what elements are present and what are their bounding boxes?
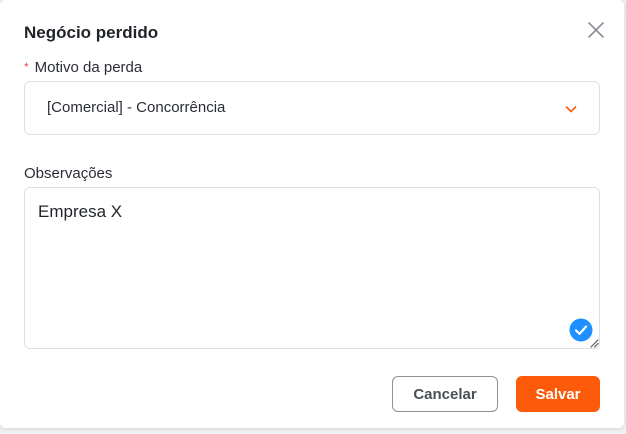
reason-select[interactable]: [Comercial] - Concorrência (24, 81, 600, 135)
cancel-button[interactable]: Cancelar (392, 376, 498, 412)
chevron-down-icon (565, 106, 577, 113)
notes-textarea[interactable]: Empresa X (24, 187, 600, 349)
notes-text: Empresa X (38, 202, 123, 221)
close-icon (588, 22, 604, 38)
reason-label: * Motivo da perda (24, 59, 142, 76)
reason-label-text: Motivo da perda (34, 59, 143, 76)
dialog-title: Negócio perdido (24, 23, 159, 42)
notes-label: Observações (24, 165, 113, 182)
save-button[interactable]: Salvar (516, 376, 600, 412)
resize-handle-icon[interactable] (589, 338, 599, 348)
lost-deal-dialog: Negócio perdido * Motivo da perda [Comerc… (0, 0, 624, 428)
required-marker: * (24, 60, 29, 74)
close-button[interactable] (585, 19, 607, 41)
reason-select-value: [Comercial] - Concorrência (47, 99, 226, 116)
